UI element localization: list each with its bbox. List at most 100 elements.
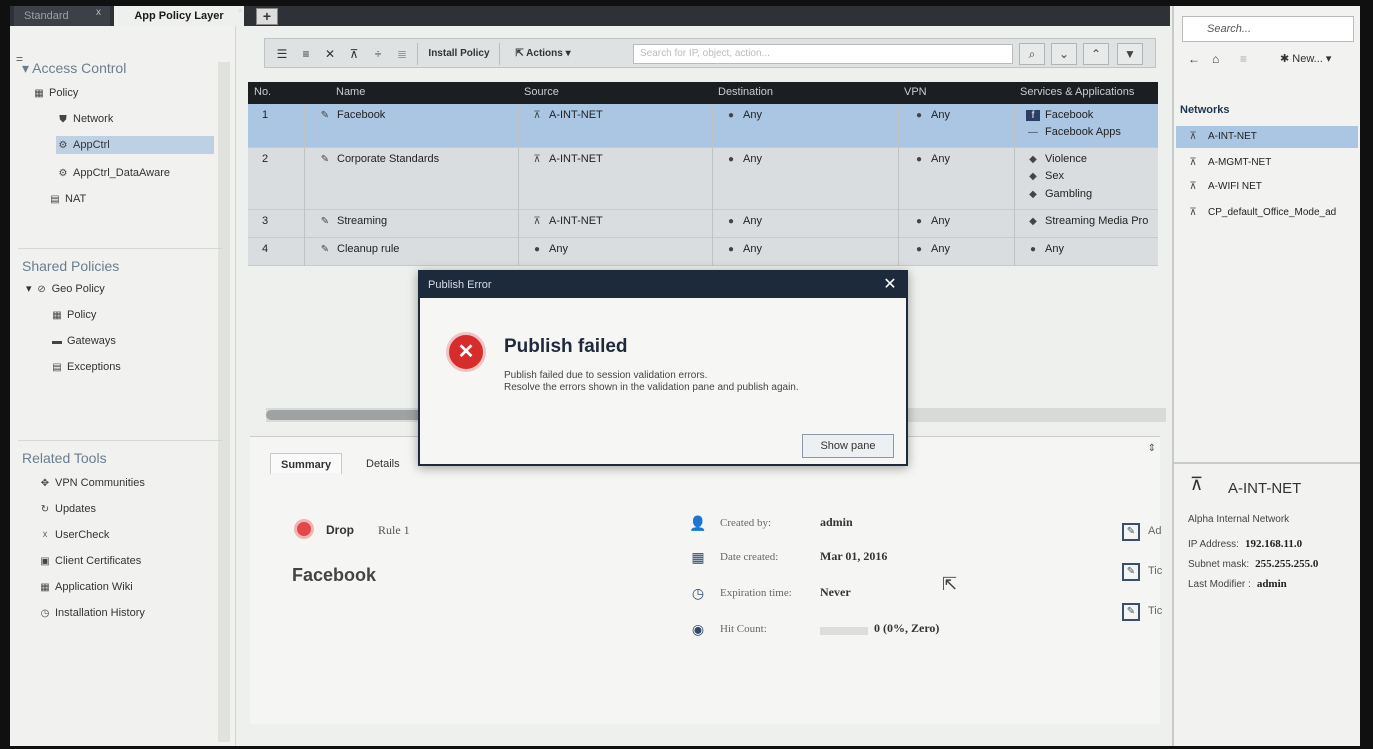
close-tab-icon[interactable]: x bbox=[96, 7, 101, 18]
rule-destination[interactable]: ● Any bbox=[724, 243, 762, 255]
column-divider bbox=[712, 104, 713, 266]
nav-item-network[interactable]: ⛊ Network bbox=[56, 110, 113, 128]
nav-item-policy[interactable]: ▦ Policy bbox=[32, 84, 78, 102]
rule-source[interactable]: ● Any bbox=[530, 243, 568, 255]
rule-service[interactable]: ◆ Gambling bbox=[1026, 188, 1092, 200]
tool-application-wiki[interactable]: ▦ Application Wiki bbox=[38, 578, 132, 596]
tool-label: VPN Communities bbox=[55, 477, 145, 489]
nav-item-appctrl-dataaware[interactable]: ⚙ AppCtrl_DataAware bbox=[56, 164, 171, 182]
modifier-value: admin bbox=[1256, 578, 1287, 590]
install-policy-button[interactable]: Install Policy bbox=[423, 45, 495, 63]
mouse-cursor-icon: ⇱ bbox=[942, 574, 958, 594]
rule-service[interactable]: f Facebook bbox=[1026, 109, 1093, 121]
column-header-destination[interactable]: Destination bbox=[718, 86, 773, 98]
actions-menu-button[interactable]: ⇱ Actions ▾ bbox=[505, 45, 581, 63]
network-item[interactable]: ⊼ A-INT-NET bbox=[1176, 126, 1358, 148]
tool-client-certificates[interactable]: ▣ Client Certificates bbox=[38, 552, 141, 570]
tab-details[interactable]: Details bbox=[356, 453, 410, 475]
rule-destination[interactable]: ● Any bbox=[724, 215, 762, 227]
rule-name[interactable]: ✎ Corporate Standards bbox=[318, 153, 439, 165]
nav-scrollbar[interactable] bbox=[218, 62, 230, 742]
rule-source[interactable]: ⊼ A-INT-NET bbox=[530, 153, 602, 165]
rule-vpn[interactable]: ● Any bbox=[912, 243, 950, 255]
chevron-up-icon[interactable]: ⌃ bbox=[1083, 43, 1109, 65]
rulebase-search-input[interactable]: Search for IP, object, action... bbox=[633, 44, 1013, 64]
nav-item-geo-subpolicy[interactable]: ▦ Policy bbox=[50, 306, 96, 324]
object-search-input[interactable]: Search... bbox=[1182, 16, 1354, 42]
nav-item-gateways[interactable]: ▬ Gateways bbox=[50, 332, 116, 350]
column-header-source[interactable]: Source bbox=[524, 86, 559, 98]
chevron-down-icon[interactable]: ⌄ bbox=[1051, 43, 1077, 65]
table-row[interactable]: 1 ✎ Facebook ⊼ A-INT-NET ● Any ● Any f Facebo… bbox=[248, 104, 1158, 148]
rule-destination[interactable]: ● Any bbox=[724, 153, 762, 165]
edit-icon[interactable]: ✎ bbox=[1122, 603, 1140, 621]
search-icon[interactable]: ⌕ bbox=[1019, 43, 1045, 65]
nav-item-appctrl[interactable]: ⚙ AppCtrl bbox=[56, 136, 214, 154]
rule-service[interactable]: ◆ Sex bbox=[1026, 170, 1064, 182]
tool-installation-history[interactable]: ◷ Installation History bbox=[38, 604, 145, 622]
tool-updates[interactable]: ↻ Updates bbox=[38, 500, 96, 518]
new-tab-button[interactable]: + bbox=[256, 8, 278, 25]
network-item[interactable]: ⊼ CP_default_Office_Mode_ad bbox=[1176, 202, 1358, 224]
add-rule-below-icon[interactable]: ≡ bbox=[297, 45, 315, 63]
rule-service[interactable]: ◆ Streaming Media Pro bbox=[1026, 215, 1148, 227]
section-below-icon[interactable]: ÷ bbox=[369, 45, 387, 63]
list-icon[interactable]: ≡ bbox=[1240, 52, 1247, 66]
edit-icon[interactable]: ✎ bbox=[1122, 523, 1140, 541]
tab-summary[interactable]: Summary bbox=[270, 453, 343, 475]
nav-item-exceptions[interactable]: ▤ Exceptions bbox=[50, 358, 121, 376]
table-row[interactable]: 3 ✎ Streaming ⊼ A-INT-NET ● Any ● Any ◆ Strea… bbox=[248, 210, 1158, 238]
geo-icon: ⊘ bbox=[37, 284, 46, 295]
rule-source[interactable]: ⊼ A-INT-NET bbox=[530, 215, 602, 227]
rule-service[interactable]: — Facebook Apps bbox=[1026, 126, 1121, 138]
panel-resize-icon[interactable]: ⇕ bbox=[1148, 443, 1156, 454]
nav-item-geo-policy[interactable]: ▾ ⊘ Geo Policy bbox=[26, 280, 105, 298]
network-item[interactable]: ⊼ A-WIFI NET bbox=[1176, 176, 1358, 198]
tool-usercheck[interactable]: ☓ UserCheck bbox=[38, 526, 109, 544]
new-object-button[interactable]: ✱ New... ▾ bbox=[1280, 52, 1331, 65]
table-row[interactable]: 2 ✎ Corporate Standards ⊼ A-INT-NET ● Any ●… bbox=[248, 148, 1158, 210]
show-pane-button[interactable]: Show pane bbox=[802, 434, 894, 458]
scrollbar-thumb[interactable] bbox=[266, 410, 426, 420]
tool-label: Updates bbox=[55, 503, 96, 515]
rulebase-grid: No. Name Source Destination VPN Services… bbox=[248, 82, 1158, 266]
destination-text: Any bbox=[743, 243, 762, 255]
home-icon[interactable]: ⌂ bbox=[1212, 52, 1219, 66]
rule-name[interactable]: ✎ Cleanup rule bbox=[318, 243, 400, 255]
rule-destination[interactable]: ● Any bbox=[724, 109, 762, 121]
section-above-icon[interactable]: ⊼ bbox=[345, 45, 363, 63]
add-rule-above-icon[interactable]: ☰ bbox=[273, 45, 291, 63]
back-arrow-icon[interactable]: ← bbox=[1188, 52, 1200, 66]
service-text: Facebook Apps bbox=[1045, 126, 1121, 138]
destination-text: Any bbox=[743, 109, 762, 121]
app-control-icon: ⚙ bbox=[58, 168, 68, 179]
delete-rule-icon[interactable]: ✕ bbox=[321, 45, 339, 63]
nav-item-nat[interactable]: ▤ NAT bbox=[48, 190, 86, 208]
application-window: Standard x App Policy Layer * + = ▾ Acce… bbox=[10, 6, 1360, 746]
tool-vpn-communities[interactable]: ✥ VPN Communities bbox=[38, 474, 145, 492]
tab-app-policy-layer[interactable]: App Policy Layer bbox=[114, 6, 244, 26]
table-row[interactable]: 4 ✎ Cleanup rule ● Any ● Any ● Any ● Any bbox=[248, 238, 1158, 266]
rule-name[interactable]: ✎ Streaming bbox=[318, 215, 387, 227]
rule-vpn[interactable]: ● Any bbox=[912, 153, 950, 165]
rule-name[interactable]: ✎ Facebook bbox=[318, 109, 386, 121]
section-title-icon[interactable]: ≣ bbox=[393, 45, 411, 63]
access-control-title[interactable]: ▾ Access Control bbox=[22, 60, 126, 77]
rule-vpn[interactable]: ● Any bbox=[912, 109, 950, 121]
column-header-no[interactable]: No. bbox=[254, 86, 271, 98]
column-header-name[interactable]: Name bbox=[336, 86, 365, 98]
rule-vpn[interactable]: ● Any bbox=[912, 215, 950, 227]
rule-service[interactable]: ● Any bbox=[1026, 243, 1064, 255]
column-header-vpn[interactable]: VPN bbox=[904, 86, 927, 98]
usercheck-icon: ☓ bbox=[42, 530, 48, 541]
shield-icon: ⛊ bbox=[59, 114, 67, 125]
filter-icon[interactable]: ▼ bbox=[1117, 43, 1143, 65]
rule-source[interactable]: ⊼ A-INT-NET bbox=[530, 109, 602, 121]
close-icon[interactable]: ✕ bbox=[880, 272, 900, 298]
ip-address-row: IP Address: 192.168.11.0 bbox=[1188, 538, 1302, 550]
rule-service[interactable]: ◆ Violence bbox=[1026, 153, 1087, 165]
column-header-services[interactable]: Services & Applications bbox=[1020, 86, 1134, 98]
edit-icon[interactable]: ✎ bbox=[1122, 563, 1140, 581]
network-item[interactable]: ⊼ A-MGMT-NET bbox=[1176, 152, 1358, 174]
dialog-message-line-1: Publish failed due to session validation… bbox=[504, 370, 708, 381]
